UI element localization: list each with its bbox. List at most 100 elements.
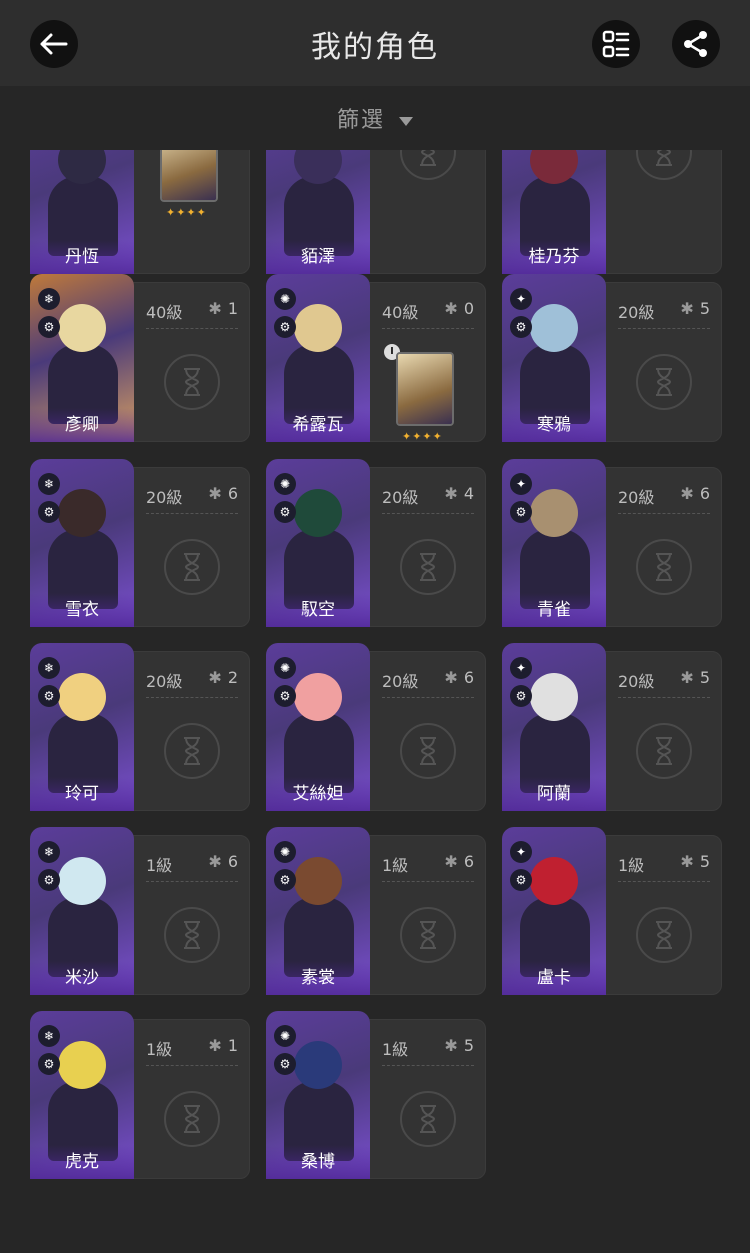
character-card[interactable]: 彥卿 ❄ ⚙ 40級 ✱ 1 [30,274,250,442]
character-name: 桑博 [266,1145,370,1179]
character-portrait: 米沙 ❄ ⚙ [30,827,134,995]
divider [146,513,238,514]
element-icon: ✦ [510,657,532,679]
empty-light-cone-icon[interactable] [164,907,220,963]
empty-light-cone-icon[interactable] [164,354,220,410]
character-portrait: 寒鴉 ✦ ⚙ [502,274,606,442]
character-card[interactable]: 寒鴉 ✦ ⚙ 20級 ✱ 5 [502,274,722,442]
character-portrait: 素裳 ✺ ⚙ [266,827,370,995]
path-icon: ⚙ [510,501,532,523]
character-level: 20級 [618,488,655,507]
character-portrait: 馭空 ✺ ⚙ [266,459,370,627]
character-name: 桂乃芬 [502,240,606,274]
element-icon: ✦ [510,473,532,495]
empty-light-cone-icon[interactable] [636,539,692,595]
path-icon: ⚙ [510,869,532,891]
eidolon-count: ✱ 5 [444,1036,474,1055]
character-portrait: 雪衣 ❄ ⚙ [30,459,134,627]
character-name: 青雀 [502,593,606,627]
character-name: 素裳 [266,961,370,995]
character-card[interactable]: 盧卡 ✦ ⚙ 1級 ✱ 5 [502,827,722,995]
path-icon: ⚙ [274,869,296,891]
character-card[interactable]: 桂乃芬 [502,150,722,274]
eidolon-icon: ✱ [208,1036,222,1055]
eidolon-count: ✱ 0 [444,299,474,318]
character-card[interactable]: 虎克 ❄ ⚙ 1級 ✱ 1 [30,1011,250,1179]
eidolon-count: ✱ 2 [208,668,238,687]
character-portrait: 丹恆 [30,150,134,274]
empty-light-cone-icon[interactable] [164,539,220,595]
light-cone-image[interactable] [160,150,218,202]
divider [382,1065,474,1066]
element-icon: ❄ [38,473,60,495]
divider [618,513,710,514]
eidolon-count: ✱ 6 [444,852,474,871]
character-card[interactable]: 青雀 ✦ ⚙ 20級 ✱ 6 [502,459,722,627]
character-level: 1級 [382,856,409,875]
element-icon: ❄ [38,288,60,310]
character-portrait: 青雀 ✦ ⚙ [502,459,606,627]
element-icon: ✺ [274,657,296,679]
character-name: 馭空 [266,593,370,627]
eidolon-icon: ✱ [444,852,458,871]
character-card[interactable]: 素裳 ✺ ⚙ 1級 ✱ 6 [266,827,486,995]
empty-light-cone-icon[interactable] [400,1091,456,1147]
filter-dropdown[interactable]: 篩選 [0,102,750,134]
character-card[interactable]: 馭空 ✺ ⚙ 20級 ✱ 4 [266,459,486,627]
eidolon-count: ✱ 5 [680,299,710,318]
empty-light-cone-icon[interactable] [400,907,456,963]
path-icon: ⚙ [274,685,296,707]
empty-light-cone-icon[interactable] [636,723,692,779]
empty-light-cone-icon[interactable] [164,723,220,779]
element-icon: ✦ [510,288,532,310]
list-view-icon[interactable] [592,20,640,68]
empty-light-cone-icon[interactable] [164,1091,220,1147]
divider [618,881,710,882]
character-level: 1級 [146,1040,173,1059]
light-cone-image[interactable] [396,352,454,426]
chevron-down-icon [399,116,413,126]
element-icon: ✺ [274,841,296,863]
path-icon: ⚙ [274,501,296,523]
character-level: 20級 [382,488,419,507]
share-icon[interactable] [672,20,720,68]
eidolon-icon: ✱ [680,852,694,871]
eidolon-icon: ✱ [680,668,694,687]
empty-light-cone-icon[interactable] [400,539,456,595]
empty-light-cone-icon[interactable] [636,354,692,410]
character-name: 彥卿 [30,408,134,442]
eidolon-icon: ✱ [444,299,458,318]
top-bar: 我的角色 [0,0,750,86]
divider [146,697,238,698]
path-icon: ⚙ [38,501,60,523]
eidolon-count: ✱ 6 [208,852,238,871]
character-card[interactable]: 玲可 ❄ ⚙ 20級 ✱ 2 [30,643,250,811]
character-level: 1級 [382,1040,409,1059]
path-icon: ⚙ [510,316,532,338]
character-name: 貊澤 [266,240,370,274]
element-icon: ❄ [38,657,60,679]
element-icon: ❄ [38,841,60,863]
character-card[interactable]: 米沙 ❄ ⚙ 1級 ✱ 6 [30,827,250,995]
character-portrait: 貊澤 [266,150,370,274]
empty-light-cone-icon[interactable] [636,907,692,963]
eidolon-icon: ✱ [208,299,222,318]
divider [146,328,238,329]
character-name: 盧卡 [502,961,606,995]
element-icon: ✺ [274,473,296,495]
character-card[interactable]: 艾絲妲 ✺ ⚙ 20級 ✱ 6 [266,643,486,811]
divider [382,513,474,514]
character-card[interactable]: 丹恆I✦✦✦✦ [30,150,250,274]
eidolon-icon: ✱ [208,484,222,503]
path-icon: ⚙ [274,316,296,338]
character-card[interactable]: 阿蘭 ✦ ⚙ 20級 ✱ 5 [502,643,722,811]
empty-light-cone-icon[interactable] [400,723,456,779]
character-card[interactable]: 桑博 ✺ ⚙ 1級 ✱ 5 [266,1011,486,1179]
character-card[interactable]: 貊澤 [266,150,486,274]
character-card[interactable]: 希露瓦 ✺ ⚙ 40級 ✱ 0 I ✦✦✦✦ [266,274,486,443]
path-icon: ⚙ [38,1053,60,1075]
character-name: 丹恆 [30,240,134,274]
character-level: 40級 [382,303,419,322]
character-card[interactable]: 雪衣 ❄ ⚙ 20級 ✱ 6 [30,459,250,627]
character-level: 1級 [146,856,173,875]
